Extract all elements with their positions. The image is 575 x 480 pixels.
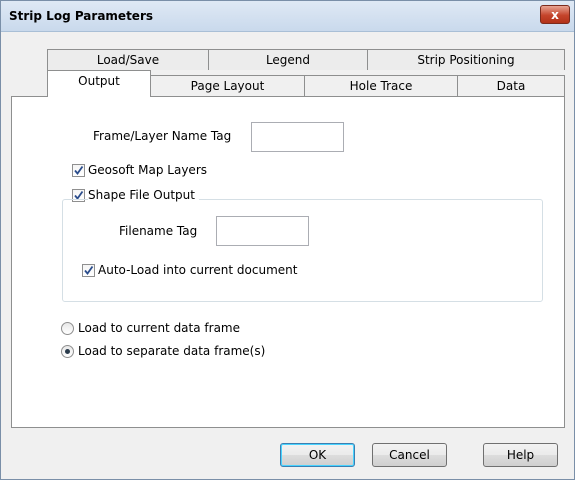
tab-label: Data [496,79,526,93]
tab-label: Hole Trace [349,79,413,93]
checkmark-icon [74,165,84,175]
load-current-frame-radio[interactable] [61,322,74,335]
geosoft-map-layers-checkbox[interactable] [72,164,85,177]
load-separate-frames-radio[interactable] [61,345,74,358]
tab-label: Page Layout [190,79,265,93]
tab-output[interactable]: Output [47,70,151,97]
help-button[interactable]: Help [483,443,558,467]
load-current-frame-label: Load to current data frame [78,321,240,335]
load-separate-frames-label: Load to separate data frame(s) [78,344,266,358]
shape-file-output-group [62,199,543,302]
tab-load-save[interactable]: Load/Save [47,49,209,70]
cancel-button[interactable]: Cancel [372,443,447,467]
tab-label: Load/Save [96,53,160,67]
tab-label: Output [78,74,120,88]
filename-tag-label: Filename Tag [119,224,198,238]
tab-strip-positioning[interactable]: Strip Positioning [367,49,565,70]
filename-tag-input[interactable] [216,216,309,246]
shape-file-output-label: Shape File Output [88,188,199,202]
tab-label: Strip Positioning [417,53,515,67]
auto-load-label: Auto-Load into current document [98,263,298,277]
ok-button[interactable]: OK [280,443,355,467]
checkmark-icon [84,265,94,275]
window-title: Strip Log Parameters [9,9,153,23]
radio-selected-dot [65,349,70,354]
strip-log-parameters-dialog: Strip Log Parameters x Load/Save Legend … [0,0,575,480]
output-tab-panel: Frame/Layer Name Tag Geosoft Map Layers … [11,96,565,428]
tab-label: Legend [265,53,311,67]
tab-legend[interactable]: Legend [208,49,368,70]
frame-layer-name-tag-label: Frame/Layer Name Tag [93,129,232,143]
close-button[interactable]: x [540,5,570,24]
tab-page-layout[interactable]: Page Layout [150,75,305,96]
close-icon: x [551,8,559,22]
frame-layer-name-tag-input[interactable] [251,122,344,152]
tab-data[interactable]: Data [457,75,565,96]
title-bar: Strip Log Parameters x [1,1,574,32]
auto-load-checkbox[interactable] [82,264,95,277]
geosoft-map-layers-label: Geosoft Map Layers [88,163,207,177]
tab-hole-trace[interactable]: Hole Trace [304,75,458,96]
